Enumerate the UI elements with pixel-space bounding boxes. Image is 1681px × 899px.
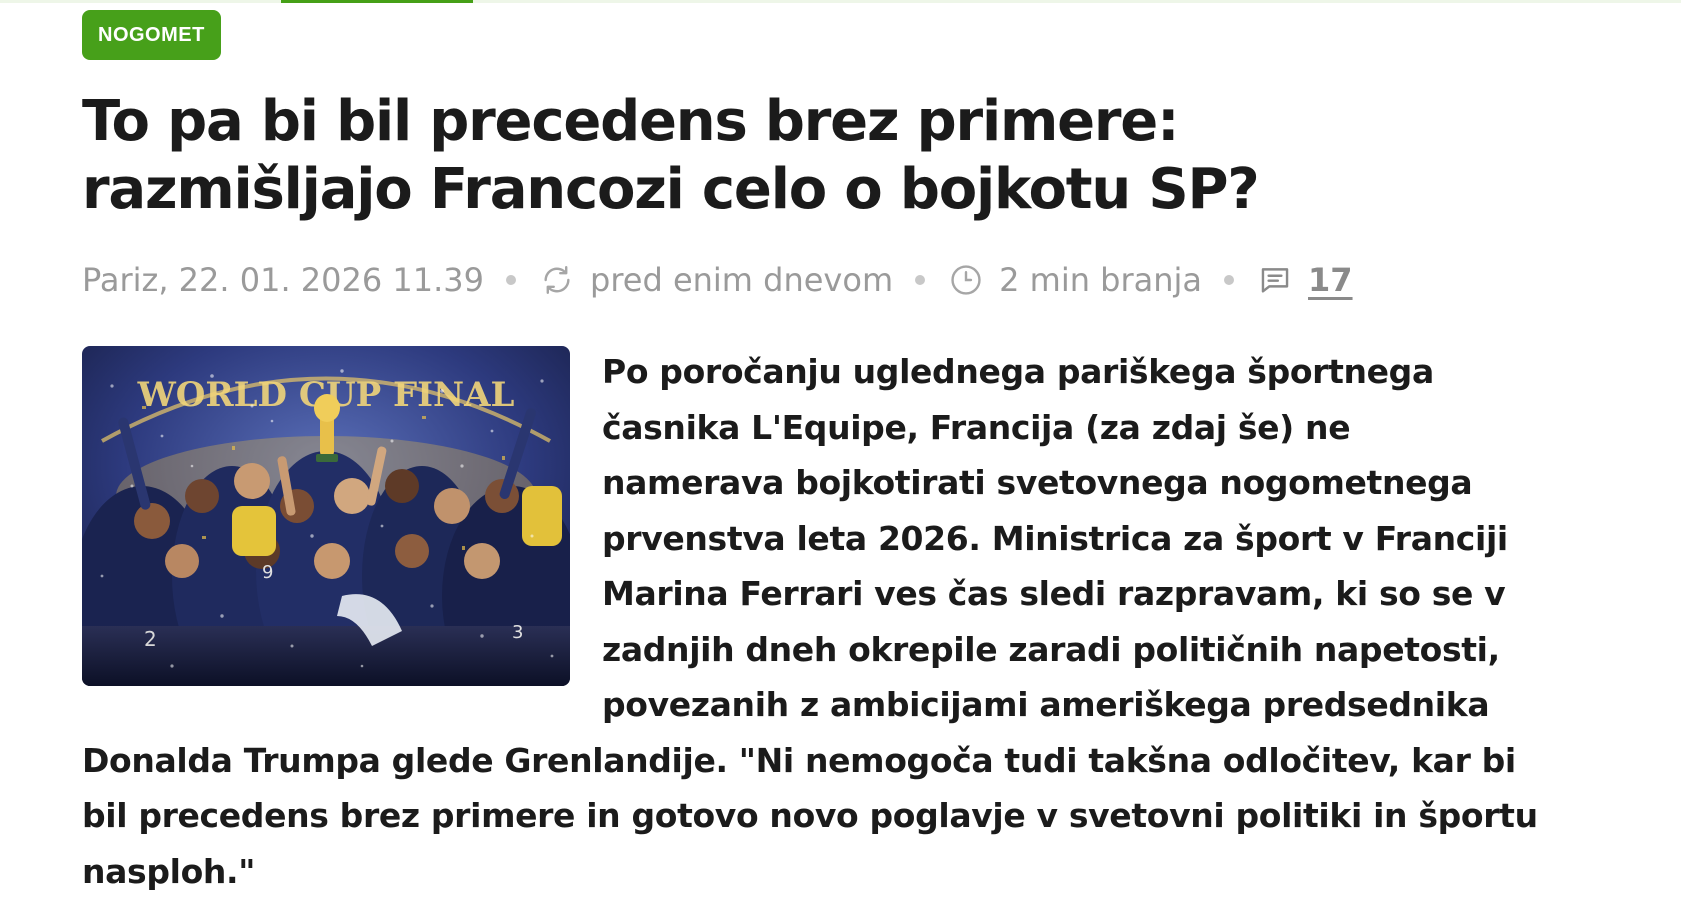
clock-icon [947,261,985,299]
meta-separator [506,275,516,285]
article-body: WORLD CUP FINAL 2 9 3 Po poročanju ugled… [82,344,1542,899]
lead-image[interactable]: WORLD CUP FINAL 2 9 3 [82,346,570,686]
article: NOGOMET To pa bi bil precedens brez prim… [82,10,1542,899]
top-progress-active [281,0,473,3]
category-badge[interactable]: NOGOMET [82,10,221,60]
location-date: Pariz, 22. 01. 2026 11.39 [82,261,484,299]
comment-count-link[interactable]: 17 [1308,261,1353,299]
meta-separator [915,275,926,285]
refresh-icon [538,261,576,299]
svg-text:2: 2 [144,627,157,651]
svg-text:3: 3 [512,622,523,643]
svg-text:9: 9 [262,562,273,583]
comment-icon[interactable] [1256,261,1294,299]
article-meta: Pariz, 22. 01. 2026 11.39 pred enim dnev… [82,258,1542,302]
meta-separator [1224,275,1235,285]
top-progress-track [0,0,1681,3]
article-title: To pa bi bil precedens brez primere: raz… [82,89,1260,222]
read-time: 2 min branja [999,261,1203,299]
updated-time: pred enim dnevom [590,261,894,299]
